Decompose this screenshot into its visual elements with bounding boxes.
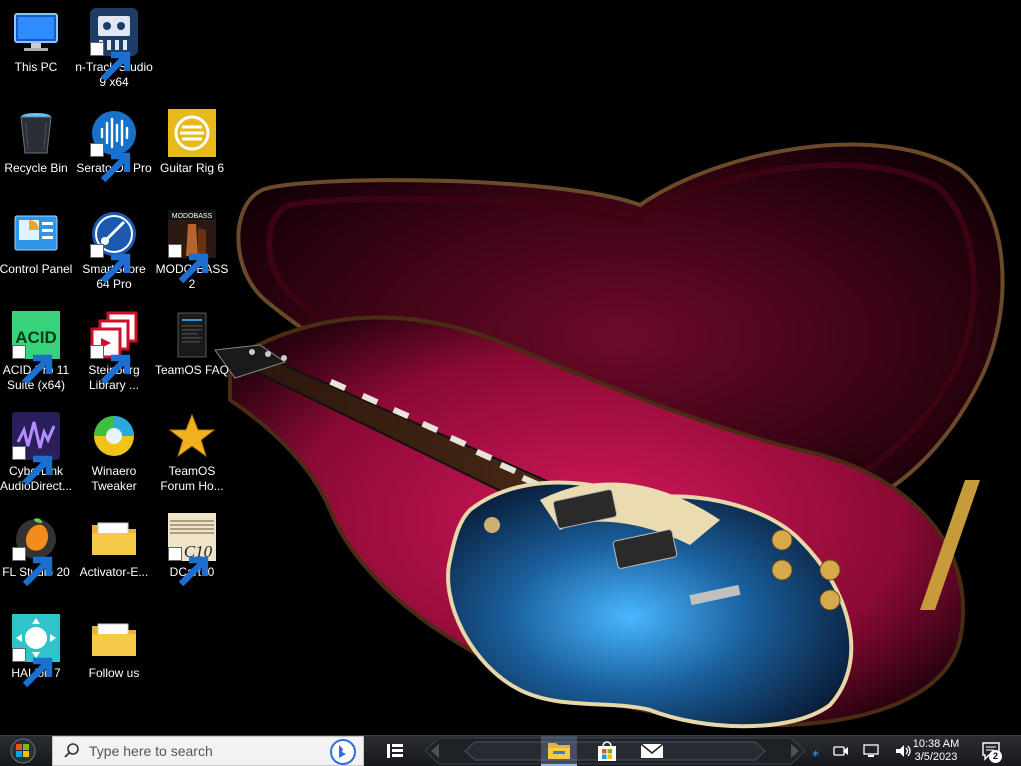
microsoft-store-button[interactable] bbox=[590, 736, 624, 766]
shortcut-arrow-icon bbox=[168, 547, 209, 587]
icon-label: Control Panel bbox=[0, 262, 73, 276]
desktop-icon-teamos-faq[interactable]: TeamOS FAQ bbox=[153, 307, 231, 403]
desktop-icon-follow-us[interactable]: Follow us bbox=[75, 610, 153, 706]
audiodirector-icon bbox=[12, 412, 60, 486]
bing-icon[interactable] bbox=[329, 738, 357, 766]
shortcut-arrow-icon bbox=[12, 547, 53, 587]
bluetooth-indicator-icon[interactable]: ⁎ bbox=[812, 743, 819, 760]
desktop-icon-control-panel[interactable]: Control Panel bbox=[0, 206, 75, 302]
desktop-icon-fl-studio[interactable]: FL Studio 20 bbox=[0, 509, 75, 605]
icon-label: Activator-E... bbox=[79, 565, 149, 579]
winaero-tweaker-icon bbox=[90, 412, 138, 460]
task-view-button[interactable] bbox=[380, 736, 410, 766]
shortcut-arrow-icon bbox=[90, 143, 131, 183]
guitar-rig-icon bbox=[168, 109, 216, 157]
mail-button[interactable] bbox=[634, 736, 670, 766]
taskbar: Type here to search ⁎ 10:38 AM 3/5/2023 … bbox=[0, 735, 1021, 766]
desktop-icon-activator[interactable]: Activator-E... bbox=[75, 509, 153, 605]
icon-label: Recycle Bin bbox=[4, 161, 68, 175]
steinberg-library-icon bbox=[90, 311, 138, 385]
folder-icon bbox=[548, 743, 570, 759]
desktop-icon-this-pc[interactable]: This PC bbox=[0, 4, 75, 100]
start-button[interactable] bbox=[0, 736, 46, 766]
desktop-icon-serato[interactable]: Serato DJ Pro bbox=[75, 105, 153, 201]
folder-icon bbox=[90, 614, 138, 662]
desktop-icon-smartscore[interactable]: SmartScore 64 Pro bbox=[75, 206, 153, 302]
desktop-icon-cyberlink[interactable]: CyberLink AudioDirect... bbox=[0, 408, 75, 504]
store-bag-icon bbox=[598, 741, 616, 761]
document-icon bbox=[168, 311, 216, 359]
icon-label: Follow us bbox=[88, 666, 140, 680]
desktop-icon-guitar-rig[interactable]: Guitar Rig 6 bbox=[153, 105, 231, 201]
desktop-icon-n-track[interactable]: n-Track Studio 9 x64 bbox=[75, 4, 153, 100]
clock[interactable]: 10:38 AM 3/5/2023 bbox=[904, 736, 968, 766]
notification-center-button[interactable]: 2 bbox=[972, 736, 1012, 766]
icon-label: TeamOS Forum Ho... bbox=[160, 464, 224, 493]
search-icon bbox=[64, 743, 79, 758]
desktop-icon-teamos-forum[interactable]: TeamOS Forum Ho... bbox=[153, 408, 231, 504]
dcart-icon: C10 bbox=[168, 513, 216, 587]
modo-bass-icon: MODOBASS bbox=[168, 210, 216, 284]
desktop-icon-steinberg[interactable]: Steinberg Library ... bbox=[75, 307, 153, 403]
file-explorer-button[interactable] bbox=[541, 736, 577, 766]
shortcut-arrow-icon bbox=[90, 42, 131, 82]
mail-icon bbox=[640, 743, 664, 758]
halion-icon bbox=[12, 614, 60, 688]
shortcut-arrow-icon bbox=[12, 345, 53, 385]
icon-label: Guitar Rig 6 bbox=[159, 161, 225, 175]
system-tray: ⁎ bbox=[812, 736, 912, 766]
icon-label: Winaero Tweaker bbox=[91, 464, 137, 493]
icon-label: This PC bbox=[14, 60, 58, 74]
shortcut-arrow-icon bbox=[90, 345, 131, 385]
desktop-icon-acid-pro[interactable]: ACID ACID Pro 11 Suite (x64) bbox=[0, 307, 75, 403]
folder-icon bbox=[90, 513, 138, 561]
modo-logo-text: MODOBASS bbox=[172, 213, 213, 220]
shortcut-arrow-icon bbox=[90, 244, 131, 284]
n-track-icon bbox=[90, 8, 138, 82]
control-panel-icon bbox=[12, 210, 60, 258]
shortcut-arrow-icon bbox=[168, 244, 209, 284]
acid-pro-icon: ACID bbox=[12, 311, 60, 385]
recycle-bin-icon bbox=[12, 109, 60, 157]
clock-date: 3/5/2023 bbox=[914, 751, 958, 763]
smartscore-icon bbox=[90, 210, 138, 284]
serato-icon bbox=[90, 109, 138, 183]
search-placeholder: Type here to search bbox=[89, 743, 213, 759]
star-icon bbox=[168, 412, 216, 460]
task-view-icon bbox=[387, 744, 403, 758]
clock-time: 10:38 AM bbox=[912, 738, 960, 750]
monitor-icon bbox=[12, 8, 60, 56]
shortcut-arrow-icon bbox=[12, 446, 53, 486]
notification-count-badge: 2 bbox=[989, 750, 1002, 763]
shortcut-arrow-icon bbox=[12, 648, 53, 688]
desktop-icon-halion[interactable]: HALion 7 bbox=[0, 610, 75, 706]
fl-studio-icon bbox=[12, 513, 60, 587]
desktop-icon-dcart[interactable]: C10 DCart10 bbox=[153, 509, 231, 605]
network-icon[interactable] bbox=[862, 743, 880, 759]
icon-label: TeamOS FAQ bbox=[154, 363, 230, 377]
windows-logo-icon bbox=[10, 738, 36, 764]
desktop-icon-winaero[interactable]: Winaero Tweaker bbox=[75, 408, 153, 504]
desktop-icon-recycle-bin[interactable]: Recycle Bin bbox=[0, 105, 75, 201]
search-box[interactable]: Type here to search bbox=[52, 736, 364, 766]
desktop-icon-modo-bass[interactable]: MODOBASS MODO BASS 2 bbox=[153, 206, 231, 302]
meet-now-icon[interactable] bbox=[833, 743, 849, 759]
